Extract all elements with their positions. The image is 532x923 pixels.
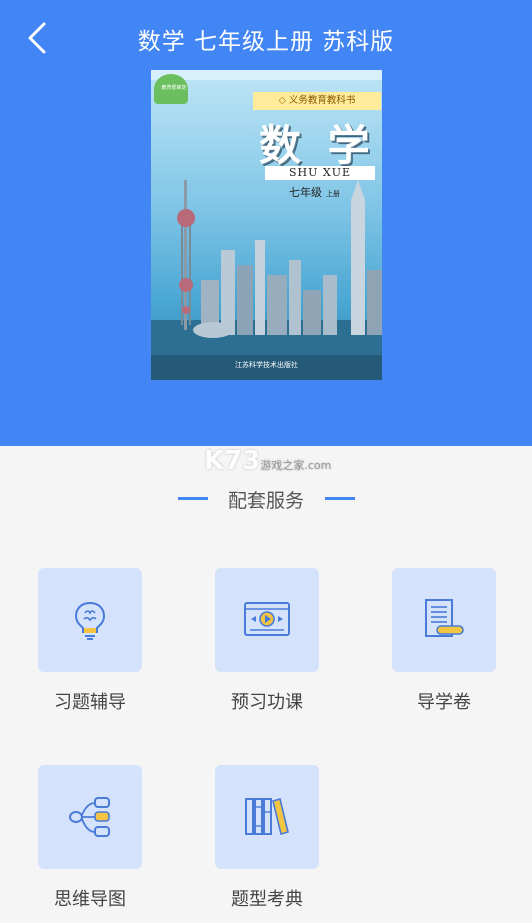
service-tile[interactable] bbox=[38, 568, 142, 672]
page-title: 数学 七年级上册 苏科版 bbox=[137, 29, 395, 55]
service-question-types[interactable]: 题型考典 bbox=[215, 765, 319, 910]
watermark-domain: .com bbox=[304, 459, 332, 472]
service-tile[interactable] bbox=[215, 568, 319, 672]
mind-map-icon bbox=[69, 797, 110, 837]
watermark-logo: K73游戏之家.com bbox=[204, 446, 331, 476]
service-tile[interactable] bbox=[392, 568, 496, 672]
cover-badge-text: 教育部审定 bbox=[161, 85, 187, 91]
watermark-sub: 游戏之家 bbox=[260, 459, 305, 472]
service-mind-map[interactable]: 思维导图 bbox=[38, 765, 142, 910]
header-bar: 数学 七年级上册 苏科版 教育部审定 义务教育教科书 数 学 SHU XUE 七… bbox=[0, 0, 532, 446]
service-label: 导学卷 bbox=[417, 692, 471, 713]
cover-badge-logo: 教育部审定 bbox=[154, 74, 188, 104]
cover-series-banner: 义务教育教科书 bbox=[253, 92, 381, 110]
service-exercise-tutoring[interactable]: 习题辅导 bbox=[38, 568, 142, 713]
section-title: 配套服务 bbox=[227, 490, 304, 512]
cover-skyline-image bbox=[151, 180, 382, 380]
service-preview-lesson[interactable]: 预习功课 bbox=[215, 568, 319, 713]
service-label: 题型考典 bbox=[231, 889, 303, 910]
service-tile[interactable] bbox=[38, 765, 142, 869]
service-label: 习题辅导 bbox=[54, 692, 126, 713]
cover-publisher: 江苏科学技术出版社 bbox=[235, 361, 298, 369]
scroll-document-icon bbox=[425, 599, 464, 637]
video-player-icon bbox=[244, 602, 290, 636]
service-label: 预习功课 bbox=[231, 692, 303, 713]
books-icon bbox=[245, 798, 289, 835]
watermark-brand: K73 bbox=[204, 446, 261, 476]
service-study-guide[interactable]: 导学卷 bbox=[392, 568, 496, 713]
service-label: 思维导图 bbox=[54, 889, 126, 910]
book-cover[interactable]: 教育部审定 义务教育教科书 数 学 SHU XUE 七年级上册 bbox=[151, 70, 382, 380]
section-line-right bbox=[325, 497, 355, 500]
cover-top-strip bbox=[151, 70, 382, 80]
lightbulb-brain-icon bbox=[74, 601, 106, 640]
service-tile[interactable] bbox=[215, 765, 319, 869]
